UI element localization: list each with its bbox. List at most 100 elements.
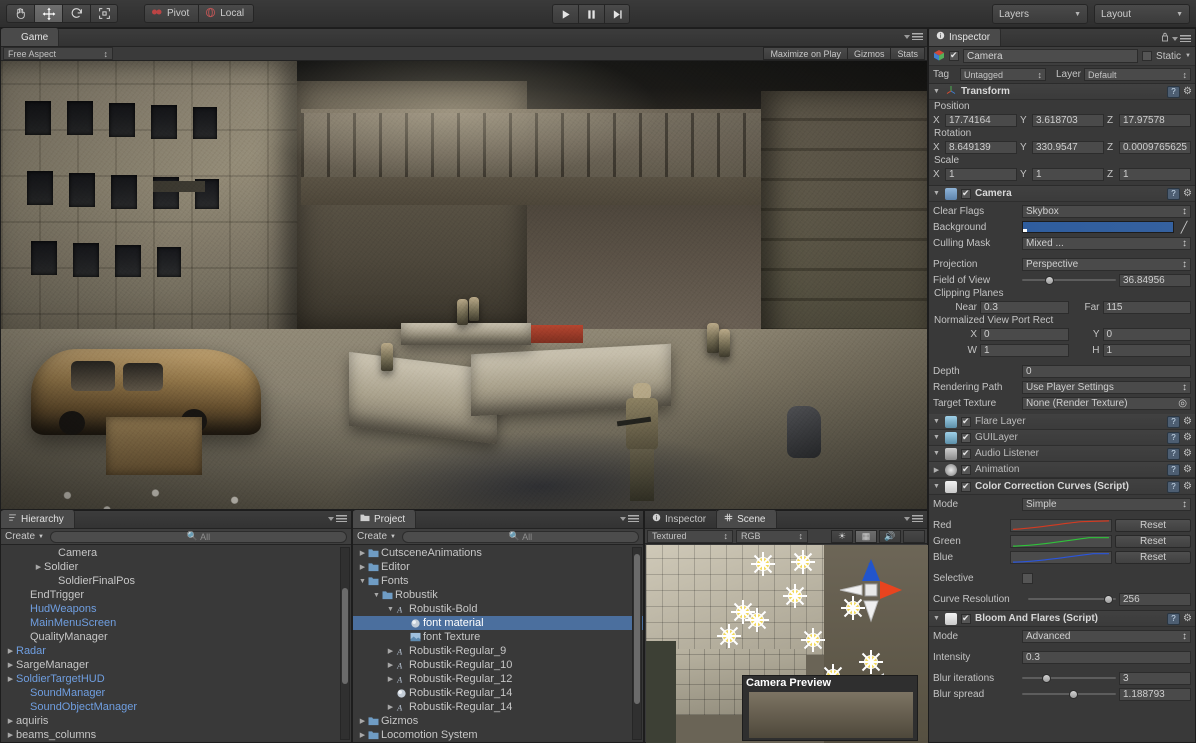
help-icon[interactable]: ? <box>1167 612 1181 625</box>
hierarchy-item-radar[interactable]: ▶ Radar <box>1 644 351 658</box>
tag-dropdown[interactable]: Untagged ↕ <box>960 68 1046 81</box>
component-audio-listener[interactable]: ▼ Audio Listener ?⚙ <box>929 446 1195 462</box>
chevron-right-icon[interactable]: ▶ <box>33 563 44 571</box>
rotation-x-input[interactable]: 8.649139 <box>945 140 1017 154</box>
component-flare-layer[interactable]: ▼ Flare Layer ?⚙ <box>929 414 1195 430</box>
rendering-path-dropdown[interactable]: Use Player Settings ↕ <box>1022 380 1191 394</box>
scene-render-canvas[interactable]: Z Camera Preview <box>646 545 928 743</box>
cc-blue-curve[interactable] <box>1010 550 1112 564</box>
bloom-blur-spread-input[interactable]: 1.188793 <box>1119 687 1191 701</box>
gameobject-enabled-checkbox[interactable] <box>949 50 959 61</box>
object-picker-icon[interactable]: ◎ <box>1178 398 1187 409</box>
projection-dropdown[interactable]: Perspective ↕ <box>1022 257 1191 271</box>
project-item-robustik-regular-14[interactable]: Robustik-Regular_14 <box>353 686 643 700</box>
chevron-right-icon[interactable]: ▶ <box>385 661 396 669</box>
step-button[interactable] <box>604 4 630 24</box>
game-render-canvas[interactable] <box>1 61 927 509</box>
layer-dropdown[interactable]: Default ↕ <box>1084 68 1191 81</box>
project-menu-button[interactable] <box>620 515 639 522</box>
light-gizmo-icon[interactable] <box>745 608 769 632</box>
help-icon[interactable]: ? <box>1167 447 1181 460</box>
background-color-swatch[interactable] <box>1022 221 1174 233</box>
field-of-view-input[interactable]: 36.84956 <box>1119 273 1191 287</box>
hierarchy-item-mainmenuscreen[interactable]: MainMenuScreen <box>1 616 351 630</box>
light-gizmo-icon[interactable] <box>801 628 825 652</box>
near-input[interactable]: 0.3 <box>980 300 1069 314</box>
chevron-down-icon[interactable]: ▼ <box>371 592 382 599</box>
hierarchy-item-soldierfinalpos[interactable]: SoldierFinalPos <box>1 574 351 588</box>
chevron-right-icon[interactable]: ▶ <box>385 703 396 711</box>
project-item-gizmos[interactable]: ▶ Gizmos <box>353 714 643 728</box>
rotate-tool-button[interactable] <box>62 4 90 23</box>
component-animation[interactable]: ▶ Animation ?⚙ <box>929 462 1195 478</box>
cc-red-reset-button[interactable]: Reset <box>1115 518 1191 532</box>
help-icon[interactable]: ? <box>1167 85 1181 98</box>
bloom-blur-iterations-input[interactable]: 3 <box>1119 671 1191 685</box>
transform-header[interactable]: ▼ Transform ? ⚙ <box>929 84 1195 100</box>
bloom-intensity-input[interactable]: 0.3 <box>1022 650 1191 664</box>
tab-preview-inspector[interactable]: Inspector <box>645 510 718 528</box>
lighting-toggle-icon[interactable]: ☀ <box>831 529 853 543</box>
tab-game[interactable]: Game <box>1 28 60 46</box>
chevron-right-icon[interactable]: ▶ <box>5 731 16 739</box>
gear-icon[interactable]: ⚙ <box>1183 613 1192 624</box>
help-icon[interactable]: ? <box>1167 480 1181 493</box>
help-icon[interactable]: ? <box>1167 463 1181 476</box>
inspector-menu-button[interactable] <box>1172 35 1191 42</box>
hierarchy-tree[interactable]: Camera ▶ Soldier SoldierFinalPos EndTrigger H… <box>1 546 351 742</box>
scale-y-input[interactable]: 1 <box>1032 167 1104 181</box>
pause-button[interactable] <box>578 4 604 24</box>
gameobject-name-input[interactable]: Camera <box>963 49 1139 63</box>
preview-menu-button[interactable] <box>904 515 923 522</box>
scale-tool-button[interactable] <box>90 4 118 23</box>
culling-mask-dropdown[interactable]: Mixed ... ↕ <box>1022 236 1191 250</box>
move-tool-button[interactable] <box>34 4 62 23</box>
tab-inspector[interactable]: Inspector <box>929 29 1002 46</box>
light-gizmo-icon[interactable] <box>783 584 807 608</box>
gear-icon[interactable]: ⚙ <box>1183 481 1192 492</box>
chevron-down-icon[interactable]: ▼ <box>385 606 396 613</box>
chevron-down-icon[interactable]: ▼ <box>1185 53 1191 59</box>
target-texture-field[interactable]: None (Render Texture) ◎ <box>1022 396 1191 410</box>
audio-toggle-icon[interactable]: 🔊 <box>879 529 901 543</box>
gear-icon[interactable]: ⚙ <box>1183 448 1192 459</box>
project-item-robustik-regular-10[interactable]: ▶ A Robustik-Regular_10 <box>353 658 643 672</box>
hierarchy-item-camera[interactable]: Camera <box>1 546 351 560</box>
light-gizmo-icon[interactable] <box>751 552 775 576</box>
scale-x-input[interactable]: 1 <box>945 167 1017 181</box>
project-item-robustik[interactable]: ▼ Robustik <box>353 588 643 602</box>
help-icon[interactable]: ? <box>1167 431 1181 444</box>
draw-mode-dropdown[interactable]: Textured ↕ <box>647 529 733 543</box>
chevron-right-icon[interactable]: ▶ <box>5 661 16 669</box>
hierarchy-search-input[interactable]: 🔍 All <box>49 530 347 543</box>
cc-green-curve[interactable] <box>1010 534 1112 548</box>
maximize-on-play-toggle[interactable]: Maximize on Play <box>763 47 847 60</box>
aspect-ratio-dropdown[interactable]: Free Aspect ↕ <box>3 47 113 60</box>
project-item-font-material[interactable]: font material <box>353 616 643 630</box>
chevron-right-icon[interactable]: ▶ <box>5 647 16 655</box>
help-icon[interactable]: ? <box>1167 415 1181 428</box>
help-icon[interactable]: ? <box>1167 187 1181 200</box>
fx-toggle-icon[interactable]: ▦ <box>855 529 877 543</box>
animation-enabled-checkbox[interactable] <box>961 464 971 475</box>
gear-icon[interactable]: ⚙ <box>1183 86 1192 97</box>
project-item-editor[interactable]: ▶ Editor <box>353 560 643 574</box>
hand-tool-button[interactable] <box>6 4 34 23</box>
project-item-robustik-bold[interactable]: ▼ A Robustik-Bold <box>353 602 643 616</box>
project-scrollbar[interactable] <box>632 547 642 740</box>
cc-blue-reset-button[interactable]: Reset <box>1115 550 1191 564</box>
project-create-button[interactable]: Create ▼ <box>357 531 396 542</box>
viewport-w-input[interactable]: 1 <box>980 343 1069 357</box>
project-item-cutsceneanimations[interactable]: ▶ CutsceneAnimations <box>353 546 643 560</box>
foldout-arrow-icon[interactable]: ▼ <box>932 418 941 425</box>
chevron-right-icon[interactable]: ▶ <box>5 717 16 725</box>
cc-curve-resolution-slider[interactable] <box>1028 593 1116 606</box>
gizmos-toggle-icon[interactable] <box>903 529 925 543</box>
foldout-arrow-icon[interactable]: ▼ <box>932 88 941 95</box>
chevron-right-icon[interactable]: ▶ <box>357 731 368 739</box>
audio-listener-enabled-checkbox[interactable] <box>961 448 971 459</box>
foldout-arrow-icon[interactable]: ▼ <box>932 450 941 457</box>
rotation-y-input[interactable]: 330.9547 <box>1032 140 1104 154</box>
project-item-font-texture[interactable]: font Texture <box>353 630 643 644</box>
position-x-input[interactable]: 17.74164 <box>945 113 1017 127</box>
